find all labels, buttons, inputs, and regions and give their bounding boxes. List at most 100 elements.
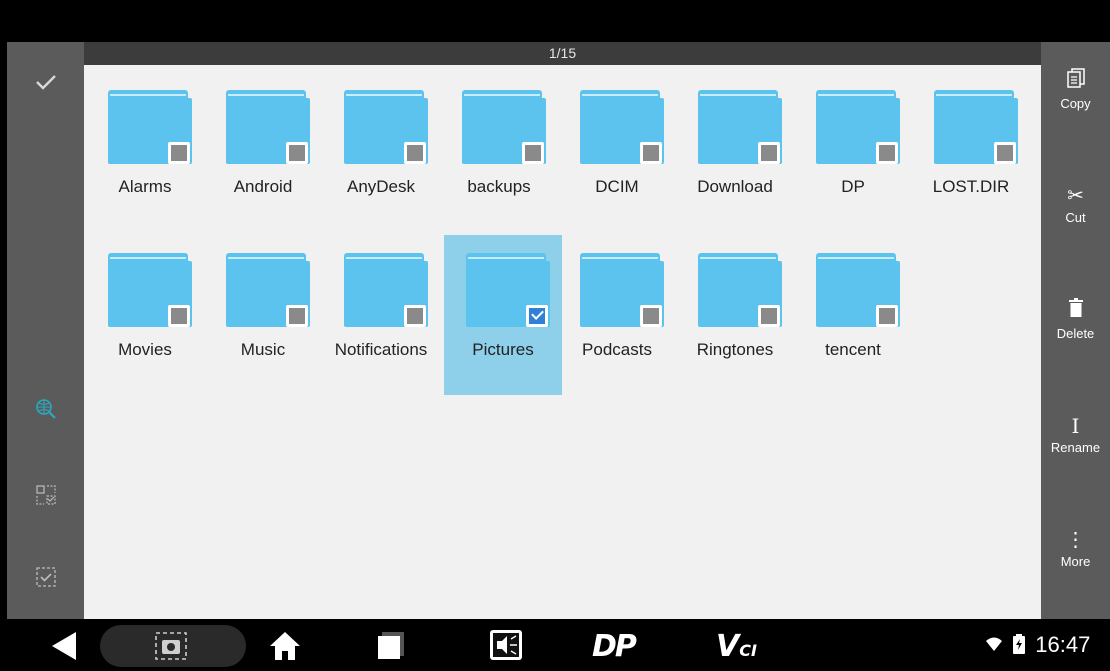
folder-name: Download: [697, 177, 773, 196]
folder-item[interactable]: DCIM: [558, 65, 676, 225]
folder-item[interactable]: Podcasts: [558, 228, 676, 388]
display-mode-icon: [490, 630, 522, 660]
screenshot-button[interactable]: [155, 632, 187, 665]
vci-app-button[interactable]: VCI: [716, 629, 757, 664]
app-shortcut-button[interactable]: [489, 629, 523, 666]
left-toolbar: [7, 42, 84, 619]
back-button[interactable]: [48, 629, 82, 668]
more-label: More: [1060, 554, 1091, 569]
folder-item[interactable]: AnyDesk: [322, 65, 440, 225]
folder-item[interactable]: Notifications: [322, 228, 440, 388]
folder-name: Movies: [118, 340, 172, 359]
folder-icon: [816, 253, 900, 329]
folder-icon: [462, 90, 546, 166]
item-checkbox[interactable]: [758, 142, 780, 164]
item-checkbox[interactable]: [758, 305, 780, 327]
folder-icon: [580, 90, 664, 166]
item-checkbox[interactable]: [404, 305, 426, 327]
checkmark-icon: [35, 75, 56, 90]
folder-item[interactable]: Ringtones: [676, 228, 794, 388]
item-checkbox[interactable]: [168, 142, 190, 164]
item-checkbox-checked[interactable]: [526, 305, 548, 327]
item-checkbox[interactable]: [286, 305, 308, 327]
delete-label: Delete: [1056, 326, 1095, 341]
item-checkbox[interactable]: [994, 142, 1016, 164]
folder-icon: [226, 253, 310, 329]
right-toolbar: Copy ✂ Cut Delete I Rename ⋮ More: [1041, 42, 1110, 619]
folder-icon: [698, 90, 782, 166]
top-bar: [0, 0, 1110, 42]
folder-icon: [344, 253, 428, 329]
select-mode-button[interactable]: [7, 484, 84, 514]
folder-name: tencent: [825, 340, 881, 359]
battery-icon: [1013, 634, 1026, 654]
folder-icon: [816, 90, 900, 166]
folder-item-selected[interactable]: Pictures: [444, 235, 562, 395]
folder-name: DCIM: [595, 177, 639, 196]
folder-name: Podcasts: [582, 340, 652, 359]
more-button[interactable]: ⋮ More: [1041, 528, 1110, 569]
checkbox-icon: [35, 567, 56, 587]
select-all-button[interactable]: [7, 70, 84, 100]
folder-item[interactable]: DP: [794, 65, 912, 225]
item-checkbox[interactable]: [876, 305, 898, 327]
item-checkbox[interactable]: [286, 142, 308, 164]
folder-item[interactable]: Movies: [86, 228, 204, 388]
status-area: 16:47: [985, 632, 1090, 658]
folder-name: Notifications: [334, 340, 428, 359]
more-vertical-icon: ⋮: [1065, 529, 1086, 551]
home-icon: [270, 632, 300, 660]
folder-name: Music: [240, 340, 286, 359]
folder-icon: [108, 253, 192, 329]
folder-name: Pictures: [472, 340, 534, 359]
copy-icon: [1041, 68, 1110, 94]
page-indicator: 1/15: [84, 42, 1041, 65]
rename-label: Rename: [1050, 440, 1101, 455]
folder-item[interactable]: backups: [440, 65, 558, 225]
item-checkbox[interactable]: [522, 142, 544, 164]
folder-name: Android: [233, 177, 293, 196]
globe-search-icon: [35, 399, 56, 419]
item-checkbox[interactable]: [404, 142, 426, 164]
folder-icon: [580, 253, 664, 329]
folder-item[interactable]: Music: [204, 228, 322, 388]
copy-label: Copy: [1060, 96, 1091, 111]
folder-name: Alarms: [118, 177, 172, 196]
home-button[interactable]: [269, 630, 301, 667]
recents-button[interactable]: [376, 630, 406, 665]
folder-item[interactable]: LOST.DIR: [912, 65, 1030, 225]
back-icon: [52, 632, 76, 660]
rename-button[interactable]: I Rename: [1041, 414, 1110, 455]
folder-icon: [466, 253, 550, 329]
vci-logo-icon: VCI: [716, 629, 757, 664]
folder-item[interactable]: Android: [204, 65, 322, 225]
screenshot-icon: [155, 632, 187, 660]
folder-name: Ringtones: [696, 340, 774, 359]
checkbox-button[interactable]: [7, 566, 84, 596]
copy-button[interactable]: Copy: [1041, 68, 1110, 111]
item-checkbox[interactable]: [640, 305, 662, 327]
folder-icon: [934, 90, 1018, 166]
item-checkbox[interactable]: [876, 142, 898, 164]
folder-name: DP: [841, 177, 865, 196]
cut-label: Cut: [1065, 210, 1086, 225]
dp-logo-icon: DP: [592, 629, 637, 664]
folder-icon: [698, 253, 782, 329]
partial-select-icon: [35, 485, 56, 505]
folder-icon: [226, 90, 310, 166]
recents-icon: [378, 632, 404, 659]
dp-app-button[interactable]: DP: [592, 629, 637, 664]
folder-icon: [108, 90, 192, 166]
item-checkbox[interactable]: [168, 305, 190, 327]
delete-button[interactable]: Delete: [1041, 298, 1110, 341]
folder-name: AnyDesk: [346, 177, 416, 196]
clock: 16:47: [1035, 632, 1091, 657]
network-search-button[interactable]: [7, 398, 84, 428]
folder-item[interactable]: Alarms: [86, 65, 204, 225]
cut-button[interactable]: ✂ Cut: [1041, 184, 1110, 225]
trash-icon: [1041, 298, 1110, 324]
folder-item[interactable]: tencent: [794, 228, 912, 388]
folder-item[interactable]: Download: [676, 65, 794, 225]
item-checkbox[interactable]: [640, 142, 662, 164]
folder-icon: [344, 90, 428, 166]
